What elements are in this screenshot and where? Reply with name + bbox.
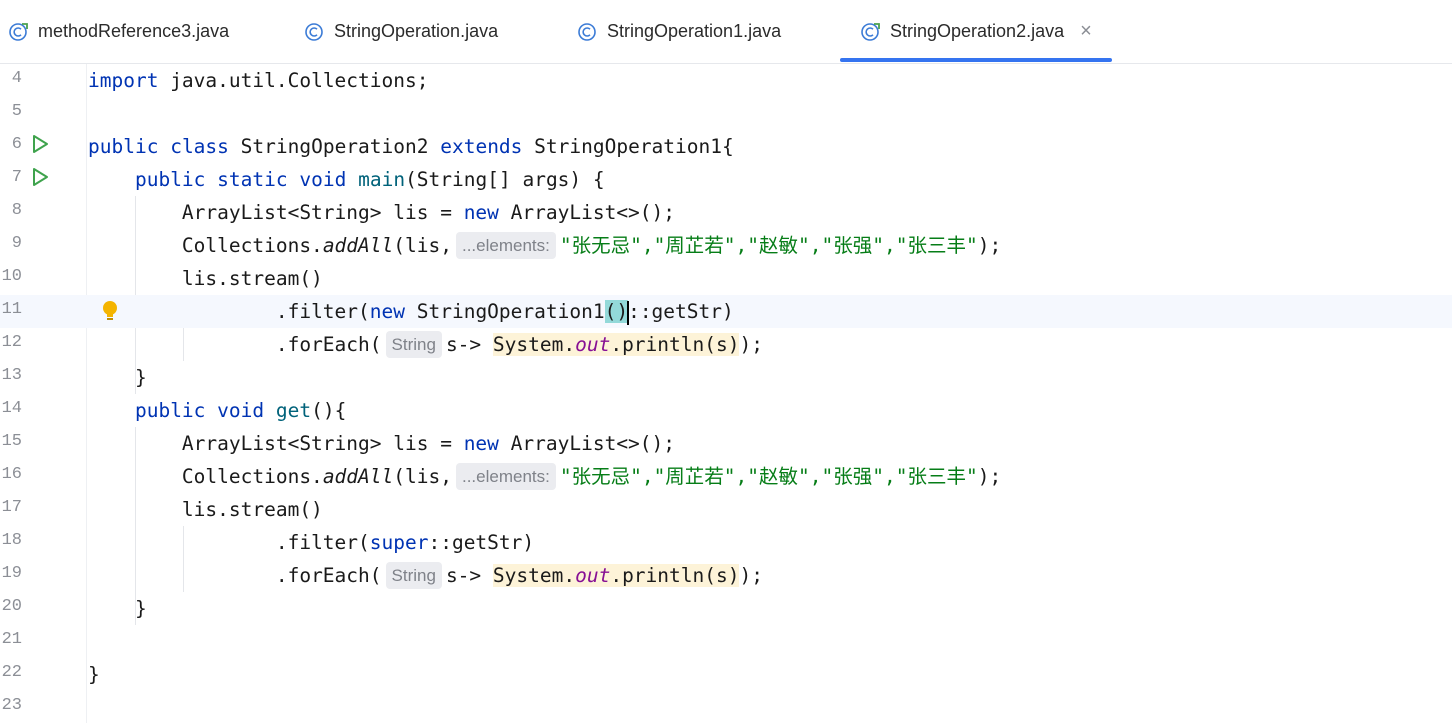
code-text: public static void main(String[] args) { bbox=[134, 168, 605, 191]
code-line: 4 import java.util.Collections; bbox=[0, 64, 1452, 97]
code-line: 14 public void get(){ bbox=[0, 394, 1452, 427]
java-class-icon bbox=[577, 22, 597, 42]
code-line: 22 } bbox=[0, 658, 1452, 691]
code-line: 15 ArrayList<String> lis = new ArrayList… bbox=[0, 427, 1452, 460]
tab-label: methodReference3.java bbox=[38, 21, 230, 41]
code-text: } bbox=[88, 663, 100, 686]
tab-stringoperation1[interactable]: StringOperation1.java bbox=[577, 0, 781, 63]
line-number: 6 bbox=[11, 135, 22, 154]
usage-highlight: System.out.println(s) bbox=[492, 333, 740, 356]
line-number: 22 bbox=[1, 663, 22, 682]
line-number: 4 bbox=[11, 69, 22, 88]
code-line: 18 .filter(super::getStr) bbox=[0, 526, 1452, 559]
tab-stringoperation[interactable]: StringOperation.java bbox=[304, 0, 498, 63]
code-text: lis.stream() bbox=[181, 267, 323, 290]
code-text: ArrayList<String> lis = new ArrayList<>(… bbox=[181, 201, 676, 224]
matched-parens: () bbox=[604, 300, 629, 323]
code-text: ArrayList<String> lis = new ArrayList<>(… bbox=[181, 432, 676, 455]
active-tab-indicator bbox=[840, 58, 1112, 62]
code-line: 7 public static void main(String[] args)… bbox=[0, 163, 1452, 196]
code-line: 16 Collections.addAll(lis, ...elements: "张… bbox=[0, 460, 1452, 493]
code-line: 9 Collections.addAll(lis, ...elements: "张无… bbox=[0, 229, 1452, 262]
type-hint: String bbox=[385, 562, 442, 589]
line-number: 17 bbox=[1, 498, 22, 517]
line-number: 18 bbox=[1, 531, 22, 550]
code-line: 10 lis.stream() bbox=[0, 262, 1452, 295]
code-line: 19 .forEach(String s-> System.out.println… bbox=[0, 559, 1452, 592]
code-text: public void get(){ bbox=[134, 399, 347, 422]
tab-label: StringOperation2.java bbox=[890, 21, 1065, 41]
code-text: import java.util.Collections; bbox=[88, 69, 429, 92]
code-line: 21 bbox=[0, 625, 1452, 658]
code-editor[interactable]: 4 import java.util.Collections; 5 6 publ… bbox=[0, 64, 1452, 723]
type-hint: String bbox=[385, 331, 442, 358]
line-number: 5 bbox=[11, 102, 22, 121]
line-number: 13 bbox=[1, 366, 22, 385]
code-line: 6 public class StringOperation2 extends … bbox=[0, 130, 1452, 163]
code-text: .filter(new StringOperation1()::getStr) bbox=[275, 300, 734, 325]
code-text: lis.stream() bbox=[181, 498, 323, 521]
line-number: 15 bbox=[1, 432, 22, 451]
java-class-icon bbox=[860, 22, 880, 42]
java-class-icon bbox=[304, 22, 324, 42]
code-line-current: 11 .filter(new StringOperation1()::getSt… bbox=[0, 295, 1452, 328]
java-class-icon bbox=[8, 22, 28, 42]
line-number: 8 bbox=[11, 201, 22, 220]
code-line: 8 ArrayList<String> lis = new ArrayList<… bbox=[0, 196, 1452, 229]
usage-highlight: System.out.println(s) bbox=[492, 564, 740, 587]
code-line: 13 } bbox=[0, 361, 1452, 394]
line-number: 21 bbox=[1, 630, 22, 649]
line-number: 16 bbox=[1, 465, 22, 484]
line-number: 20 bbox=[1, 597, 22, 616]
parameter-hint: ...elements: bbox=[455, 463, 556, 490]
line-number: 14 bbox=[1, 399, 22, 418]
code-line: 5 bbox=[0, 97, 1452, 130]
line-number: 23 bbox=[1, 696, 22, 715]
close-tab-icon[interactable]: × bbox=[1080, 20, 1092, 43]
line-number: 9 bbox=[11, 234, 22, 253]
code-line: 20 } bbox=[0, 592, 1452, 625]
code-line: 17 lis.stream() bbox=[0, 493, 1452, 526]
line-number: 10 bbox=[1, 267, 22, 286]
tab-label: StringOperation1.java bbox=[607, 21, 782, 41]
code-text: Collections.addAll(lis, ...elements: "张无忌"… bbox=[181, 232, 1002, 259]
tab-methodreference3[interactable]: methodReference3.java bbox=[8, 0, 229, 63]
line-number: 12 bbox=[1, 333, 22, 352]
code-text: .forEach(String s-> System.out.println(s)… bbox=[275, 562, 763, 589]
run-gutter-icon[interactable] bbox=[30, 167, 50, 192]
line-number: 11 bbox=[1, 300, 22, 319]
code-text: } bbox=[134, 597, 147, 620]
editor-tab-bar: methodReference3.java StringOperation.ja… bbox=[0, 0, 1452, 64]
code-text: Collections.addAll(lis, ...elements: "张无忌"… bbox=[181, 463, 1002, 490]
line-number: 19 bbox=[1, 564, 22, 583]
code-text: .forEach(String s-> System.out.println(s)… bbox=[275, 331, 763, 358]
run-gutter-icon[interactable] bbox=[30, 134, 50, 159]
line-number: 7 bbox=[11, 168, 22, 187]
code-line: 23 bbox=[0, 691, 1452, 724]
code-line: 12 .forEach(String s-> System.out.println… bbox=[0, 328, 1452, 361]
code-text: } bbox=[134, 366, 147, 389]
code-text: .filter(super::getStr) bbox=[275, 531, 535, 554]
code-text: public class StringOperation2 extends St… bbox=[88, 135, 734, 158]
tab-label: StringOperation.java bbox=[334, 21, 499, 41]
tab-stringoperation2[interactable]: StringOperation2.java × bbox=[840, 0, 1112, 63]
parameter-hint: ...elements: bbox=[455, 232, 556, 259]
